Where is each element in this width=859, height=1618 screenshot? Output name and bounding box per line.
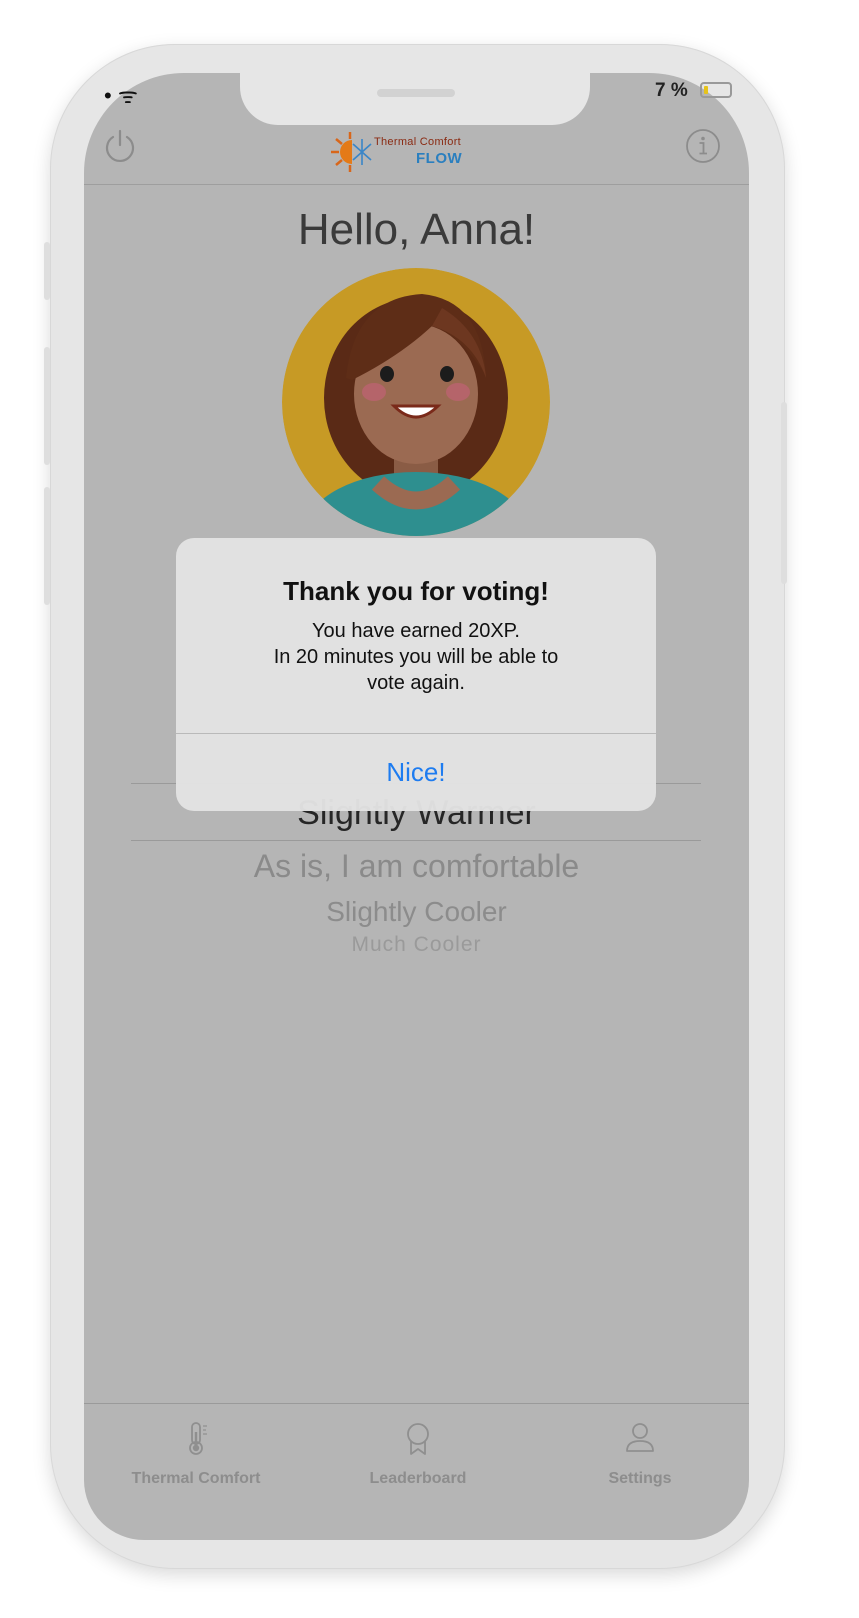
tab-leaderboard[interactable]: Leaderboard — [318, 1420, 518, 1488]
thermometer-icon — [189, 1422, 207, 1455]
nice-button[interactable]: Nice! — [176, 734, 656, 811]
side-button — [44, 487, 50, 605]
tab-label: Leaderboard — [369, 1470, 467, 1487]
speaker-slot — [377, 89, 455, 97]
award-icon — [407, 1423, 429, 1455]
tab-bar-divider — [84, 1403, 749, 1404]
side-button — [44, 347, 50, 465]
tab-label: Thermal Comfort — [131, 1470, 261, 1487]
side-button — [781, 402, 787, 584]
tab-settings[interactable]: Settings — [540, 1420, 740, 1488]
battery-percent: 7 % — [655, 80, 688, 101]
header-divider — [84, 184, 749, 185]
person-icon — [626, 1423, 654, 1452]
notch — [240, 73, 590, 125]
avatar — [282, 268, 550, 536]
picker-option[interactable]: Slightly Cooler — [84, 896, 749, 928]
picker-option[interactable]: Much Cooler — [84, 933, 749, 957]
battery-icon — [700, 82, 732, 98]
alert-dialog: Thank you for voting! You have earned 20… — [176, 538, 656, 811]
logo-subtitle: FLOW — [416, 150, 463, 167]
info-icon[interactable] — [685, 128, 721, 164]
greeting: Hello, Anna! — [297, 205, 536, 254]
alert-title: Thank you for voting! — [283, 576, 549, 606]
alert-message: You have earned 20XP. In 20 minutes you … — [273, 620, 559, 694]
tab-label: Settings — [608, 1470, 672, 1487]
side-button — [44, 242, 50, 300]
power-icon[interactable] — [102, 128, 138, 164]
picker-option[interactable]: As is, I am comfortable — [84, 848, 749, 885]
logo-title: Thermal Comfort — [374, 136, 462, 148]
picker-line-bottom — [131, 840, 701, 841]
wifi-icon: • ᯤ — [104, 83, 138, 108]
tab-thermal-comfort[interactable]: Thermal Comfort — [96, 1420, 296, 1488]
